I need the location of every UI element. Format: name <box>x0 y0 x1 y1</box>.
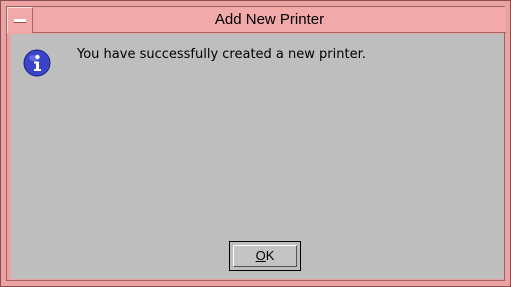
ok-button-default-ring: OK <box>229 241 301 271</box>
info-icon <box>23 49 51 77</box>
window-menu-button[interactable] <box>7 7 33 33</box>
window-title: Add New Printer <box>214 11 325 28</box>
ok-mnemonic: O <box>255 248 266 263</box>
window-menu-icon <box>14 19 26 23</box>
ok-label-rest: K <box>265 248 275 263</box>
ok-button[interactable]: OK <box>233 245 297 267</box>
dialog-window-frame: Add New Printer You have successfully cr… <box>0 0 511 287</box>
dialog-message: You have successfully created a new prin… <box>77 47 366 62</box>
